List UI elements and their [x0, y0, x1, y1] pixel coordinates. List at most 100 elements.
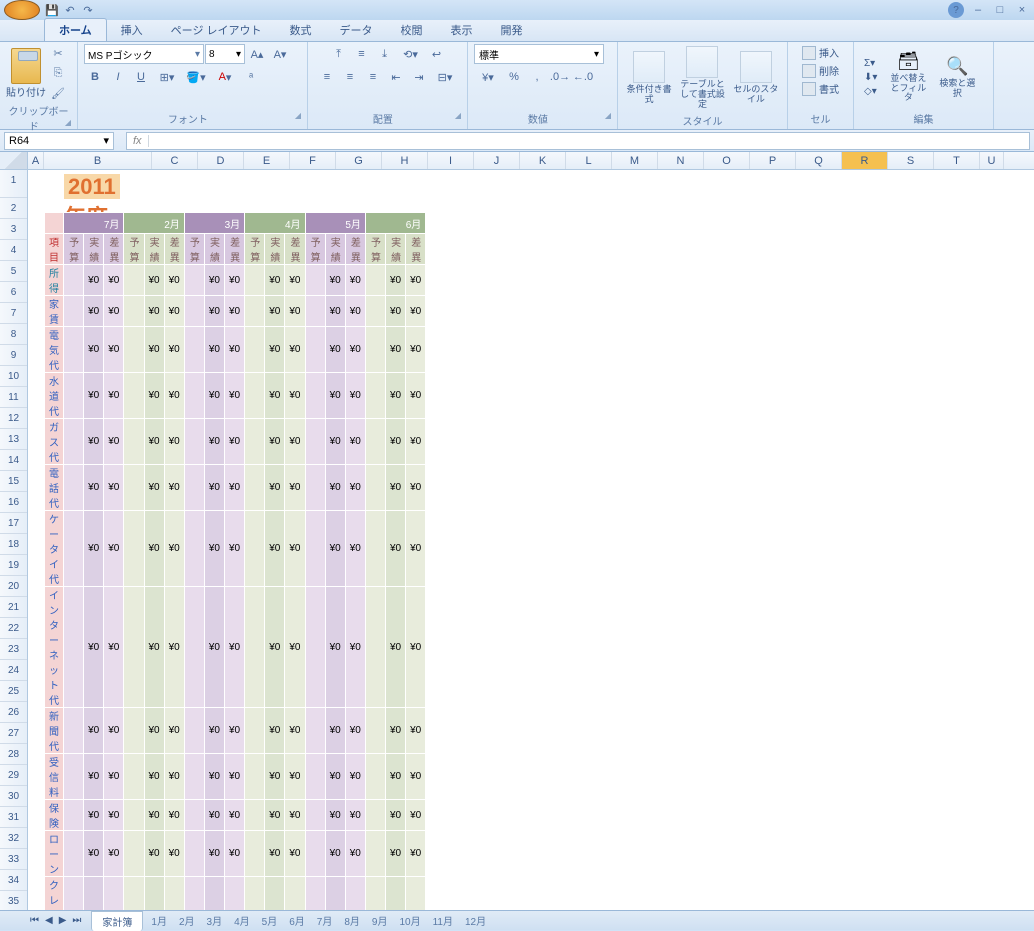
cell[interactable]: ¥0	[386, 587, 406, 708]
cell[interactable]: ¥0	[225, 708, 245, 754]
cell[interactable]	[184, 877, 204, 911]
row-header-22[interactable]: 22	[0, 618, 27, 639]
cell[interactable]	[365, 465, 385, 511]
cell[interactable]: ¥0	[144, 327, 164, 373]
cell[interactable]: ¥0	[265, 754, 285, 800]
cell[interactable]: ¥0	[285, 265, 305, 296]
cell[interactable]: ¥0	[164, 296, 184, 327]
cell[interactable]: ¥0	[164, 877, 184, 911]
tab-insert[interactable]: 挿入	[107, 19, 157, 41]
cell[interactable]: ¥0	[164, 327, 184, 373]
cell[interactable]: ¥0	[386, 465, 406, 511]
cell[interactable]: ¥0	[265, 327, 285, 373]
cell[interactable]: ¥0	[386, 708, 406, 754]
minimize-icon[interactable]: –	[970, 2, 986, 18]
cell[interactable]: ¥0	[345, 708, 365, 754]
cell[interactable]: ¥0	[104, 831, 124, 877]
cell[interactable]: ¥0	[265, 877, 285, 911]
cell[interactable]: ¥0	[386, 877, 406, 911]
table-format-button[interactable]: テーブルとして書式設定	[677, 44, 727, 112]
cell[interactable]: ¥0	[84, 754, 104, 800]
cell[interactable]: ¥0	[406, 800, 426, 831]
cell[interactable]: ¥0	[285, 327, 305, 373]
tab-dev[interactable]: 開発	[487, 19, 537, 41]
cell[interactable]: ¥0	[225, 831, 245, 877]
cell[interactable]: ¥0	[265, 265, 285, 296]
cell[interactable]	[305, 327, 325, 373]
cell-styles-button[interactable]: セルのスタイル	[731, 49, 781, 107]
align-middle-icon[interactable]: ≡	[351, 44, 373, 64]
indent-dec-icon[interactable]: ⇤	[385, 67, 407, 87]
cell[interactable]: ¥0	[144, 708, 164, 754]
col-header-P[interactable]: P	[750, 152, 796, 169]
sheet-nav-num[interactable]: 8月	[338, 911, 366, 930]
cell[interactable]: ¥0	[325, 800, 345, 831]
cell[interactable]: ¥0	[325, 327, 345, 373]
cell[interactable]: ¥0	[204, 373, 224, 419]
cell[interactable]: ¥0	[325, 296, 345, 327]
cell[interactable]: ¥0	[345, 373, 365, 419]
cell[interactable]	[305, 877, 325, 911]
cell[interactable]	[305, 511, 325, 587]
cell[interactable]	[305, 265, 325, 296]
cell[interactable]: ¥0	[406, 708, 426, 754]
cell[interactable]	[184, 800, 204, 831]
prev-sheet-icon[interactable]: ◀	[43, 915, 55, 926]
row-header-10[interactable]: 10	[0, 366, 27, 387]
cell[interactable]: ¥0	[325, 465, 345, 511]
cell[interactable]: ¥0	[386, 373, 406, 419]
row-header-30[interactable]: 30	[0, 786, 27, 807]
row-header-12[interactable]: 12	[0, 408, 27, 429]
cell[interactable]: ¥0	[265, 708, 285, 754]
cell[interactable]	[124, 831, 144, 877]
cell[interactable]: ¥0	[265, 511, 285, 587]
cell[interactable]	[245, 800, 265, 831]
cell[interactable]: ¥0	[265, 373, 285, 419]
cell[interactable]: ¥0	[104, 877, 124, 911]
cell[interactable]: ¥0	[225, 296, 245, 327]
cell[interactable]: ¥0	[144, 265, 164, 296]
cell[interactable]	[184, 265, 204, 296]
save-icon[interactable]: 💾	[44, 2, 60, 18]
sheet-nav-num[interactable]: 3月	[201, 911, 229, 930]
shrink-font-icon[interactable]: A▾	[269, 44, 291, 64]
cell[interactable]: ¥0	[84, 373, 104, 419]
row-header-17[interactable]: 17	[0, 513, 27, 534]
office-button[interactable]	[4, 0, 40, 20]
cell[interactable]: ¥0	[285, 877, 305, 911]
row-header-1[interactable]: 1	[0, 170, 27, 198]
cell[interactable]: ¥0	[345, 419, 365, 465]
cell[interactable]	[365, 373, 385, 419]
cell[interactable]: ¥0	[386, 754, 406, 800]
cell[interactable]: ¥0	[225, 419, 245, 465]
row-header-2[interactable]: 2	[0, 198, 27, 219]
cell[interactable]: ¥0	[265, 831, 285, 877]
cell[interactable]: ¥0	[325, 708, 345, 754]
cell[interactable]: ¥0	[406, 465, 426, 511]
row-header-21[interactable]: 21	[0, 597, 27, 618]
col-header-S[interactable]: S	[888, 152, 934, 169]
bold-button[interactable]: B	[84, 67, 106, 87]
sheet-nav-num[interactable]: 10月	[393, 911, 426, 930]
cell[interactable]	[64, 373, 84, 419]
cell[interactable]: ¥0	[225, 373, 245, 419]
cell[interactable]: ¥0	[225, 877, 245, 911]
restore-icon[interactable]: □	[992, 2, 1008, 18]
cell[interactable]: ¥0	[164, 419, 184, 465]
cell[interactable]	[64, 831, 84, 877]
cell[interactable]: ¥0	[406, 296, 426, 327]
cell[interactable]: ¥0	[164, 708, 184, 754]
cell[interactable]: ¥0	[265, 296, 285, 327]
cell[interactable]	[184, 831, 204, 877]
sheet-nav-num[interactable]: 11月	[427, 911, 459, 930]
cell[interactable]	[245, 708, 265, 754]
next-sheet-icon[interactable]: ▶	[57, 915, 69, 926]
sheet-tab[interactable]: 家計簿	[91, 911, 143, 931]
name-box[interactable]: R64▾	[4, 132, 114, 150]
cell[interactable]: ¥0	[285, 708, 305, 754]
tab-data[interactable]: データ	[326, 19, 387, 41]
conditional-format-button[interactable]: 条件付き書式	[624, 49, 674, 107]
currency-icon[interactable]: ¥▾	[474, 67, 502, 87]
font-selector[interactable]: MS Pゴシック▾	[84, 44, 204, 64]
find-select-button[interactable]: 🔍検索と選択	[935, 54, 979, 101]
